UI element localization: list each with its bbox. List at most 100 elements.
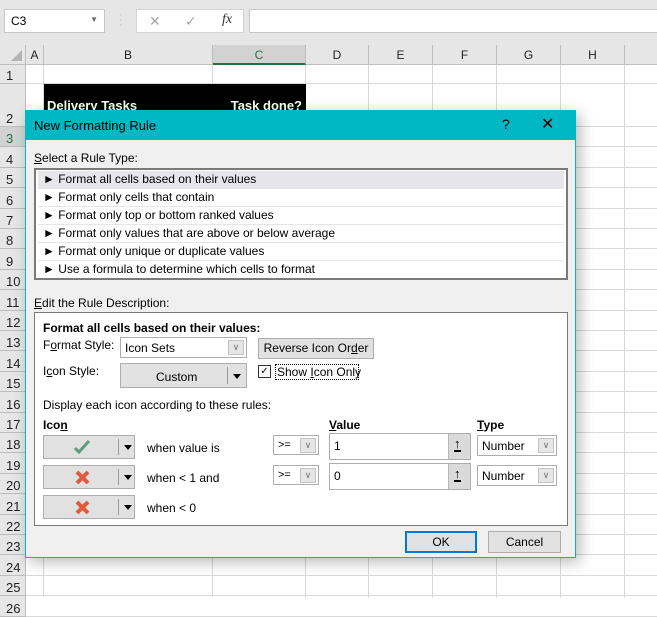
column-header-c[interactable]: C <box>213 45 306 65</box>
show-icon-only-label[interactable]: Show Icon Only <box>275 364 361 380</box>
formula-bar-area: C3 ▼ · · · ✕ ✓ fx <box>0 0 657 45</box>
row-header-26[interactable]: 26 <box>0 596 26 617</box>
row-header-7[interactable]: 7 <box>0 208 26 229</box>
column-header-e[interactable]: E <box>369 45 433 65</box>
row-header-14[interactable]: 14 <box>0 351 26 372</box>
row-header-9[interactable]: 9 <box>0 249 26 270</box>
dialog-title-bar[interactable]: New Formatting Rule ? ✕ <box>26 111 575 140</box>
value-input-1[interactable]: 1 ↑ <box>329 433 471 460</box>
select-rule-type-label: Select a Rule Type: <box>34 151 138 165</box>
column-header-d[interactable]: D <box>306 45 369 65</box>
value-input-2[interactable]: 0 ↑ <box>329 463 471 490</box>
split-divider <box>118 469 119 485</box>
dropdown-arrow-icon[interactable] <box>124 475 132 480</box>
close-icon[interactable]: ✕ <box>541 114 554 134</box>
chevron-down-icon[interactable]: ▼ <box>90 15 98 24</box>
row-header-6[interactable]: 6 <box>0 188 26 209</box>
row-header-19[interactable]: 19 <box>0 453 26 474</box>
column-header-b[interactable]: B <box>44 45 213 65</box>
value-column-header: Value <box>329 418 361 432</box>
split-divider <box>227 367 228 384</box>
description-heading: Format all cells based on their values: <box>43 321 261 335</box>
reverse-icon-order-button[interactable]: Reverse Icon Order <box>258 338 374 359</box>
row-header-3[interactable]: 3 <box>0 127 26 148</box>
row-header-16[interactable]: 16 <box>0 392 26 413</box>
row-header-22[interactable]: 22 <box>0 514 26 535</box>
rule-type-list[interactable]: ► Format all cells based on their values… <box>34 168 568 280</box>
dropdown-arrow-icon[interactable] <box>233 374 241 379</box>
insert-function-icon[interactable]: fx <box>222 12 232 28</box>
column-header-h[interactable]: H <box>561 45 625 65</box>
chevron-down-icon[interactable]: ∨ <box>538 438 554 453</box>
rule-type-item[interactable]: ► Format all cells based on their values <box>38 171 564 189</box>
gridline <box>26 595 657 597</box>
row-header-4[interactable]: 4 <box>0 147 26 168</box>
gridline <box>26 574 657 576</box>
row-header-24[interactable]: 24 <box>0 555 26 576</box>
rule-type-item[interactable]: ► Format only values that are above or b… <box>38 225 564 243</box>
row-header-2[interactable]: 2 <box>0 84 26 127</box>
green-check-icon <box>74 440 90 454</box>
type-select-2[interactable]: Number ∨ <box>477 465 557 486</box>
row-header-12[interactable]: 12 <box>0 310 26 331</box>
operator-select-2[interactable]: >= ∨ <box>273 465 319 485</box>
collapse-dialog-icon: ↑ <box>454 466 461 482</box>
row-header-23[interactable]: 23 <box>0 535 26 556</box>
column-header-g[interactable]: G <box>497 45 561 65</box>
rule-type-item[interactable]: ► Format only unique or duplicate values <box>38 243 564 261</box>
column-header-next[interactable] <box>625 45 657 65</box>
cancel-button[interactable]: Cancel <box>488 531 561 553</box>
row-header-20[interactable]: 20 <box>0 473 26 495</box>
type-select-1[interactable]: Number ∨ <box>477 435 557 456</box>
gridline <box>26 615 657 617</box>
icon-picker-3[interactable] <box>43 495 135 519</box>
collapse-dialog-icon: ↑ <box>454 436 461 452</box>
edit-rule-description-label: Edit the Rule Description: <box>34 296 170 310</box>
column-header-f[interactable]: F <box>433 45 497 65</box>
chevron-down-icon[interactable]: ∨ <box>300 468 316 483</box>
icon-style-dropdown[interactable]: Custom <box>120 363 247 388</box>
help-icon[interactable]: ? <box>502 116 510 132</box>
icon-style-label: Icon Style: <box>43 364 100 378</box>
row-header-5[interactable]: 5 <box>0 167 26 189</box>
rule-type-item[interactable]: ► Format only top or bottom ranked value… <box>38 207 564 225</box>
operator-select-1[interactable]: >= ∨ <box>273 435 319 455</box>
operator-value: >= <box>278 469 291 481</box>
row-header-10[interactable]: 10 <box>0 269 26 291</box>
rule-type-item[interactable]: ► Format only cells that contain <box>38 189 564 207</box>
select-all-corner[interactable] <box>0 45 26 65</box>
ok-button[interactable]: OK <box>405 531 477 553</box>
chevron-down-icon[interactable]: ∨ <box>300 438 316 453</box>
show-icon-only-checkbox[interactable]: ✓ <box>258 365 271 378</box>
icon-style-value: Custom <box>156 370 198 384</box>
row-header-15[interactable]: 15 <box>0 371 26 393</box>
formula-buttons: ✕ ✓ fx <box>136 9 244 33</box>
range-picker-button[interactable]: ↑ <box>448 434 470 459</box>
name-box[interactable]: C3 ▼ <box>4 9 105 33</box>
chevron-down-icon[interactable]: ∨ <box>228 340 244 355</box>
dropdown-arrow-icon[interactable] <box>124 445 132 450</box>
row-header-18[interactable]: 18 <box>0 433 26 454</box>
row-header-8[interactable]: 8 <box>0 229 26 250</box>
row-header-21[interactable]: 21 <box>0 494 26 515</box>
dropdown-arrow-icon[interactable] <box>124 505 132 510</box>
enter-entry-icon[interactable]: ✓ <box>185 13 197 30</box>
cancel-entry-icon[interactable]: ✕ <box>149 13 161 30</box>
drag-handle-icon[interactable]: · · · <box>119 10 123 31</box>
chevron-down-icon[interactable]: ∨ <box>538 468 554 483</box>
rule-type-item[interactable]: ► Use a formula to determine which cells… <box>38 261 564 279</box>
row-header-1[interactable]: 1 <box>0 65 26 84</box>
format-style-label: Format Style: <box>43 338 115 352</box>
condition-label: when < 0 <box>147 501 197 515</box>
row-header-17[interactable]: 17 <box>0 412 26 433</box>
range-picker-button[interactable]: ↑ <box>448 464 470 489</box>
icon-picker-2[interactable] <box>43 465 135 489</box>
row-header-13[interactable]: 13 <box>0 331 26 352</box>
row-header-25[interactable]: 25 <box>0 575 26 597</box>
formula-input[interactable] <box>249 9 657 33</box>
value-text: 1 <box>334 439 341 453</box>
icon-picker-1[interactable] <box>43 435 135 459</box>
format-style-select[interactable]: Icon Sets ∨ <box>120 337 247 358</box>
row-header-11[interactable]: 11 <box>0 290 26 311</box>
column-header-a[interactable]: A <box>26 45 44 65</box>
